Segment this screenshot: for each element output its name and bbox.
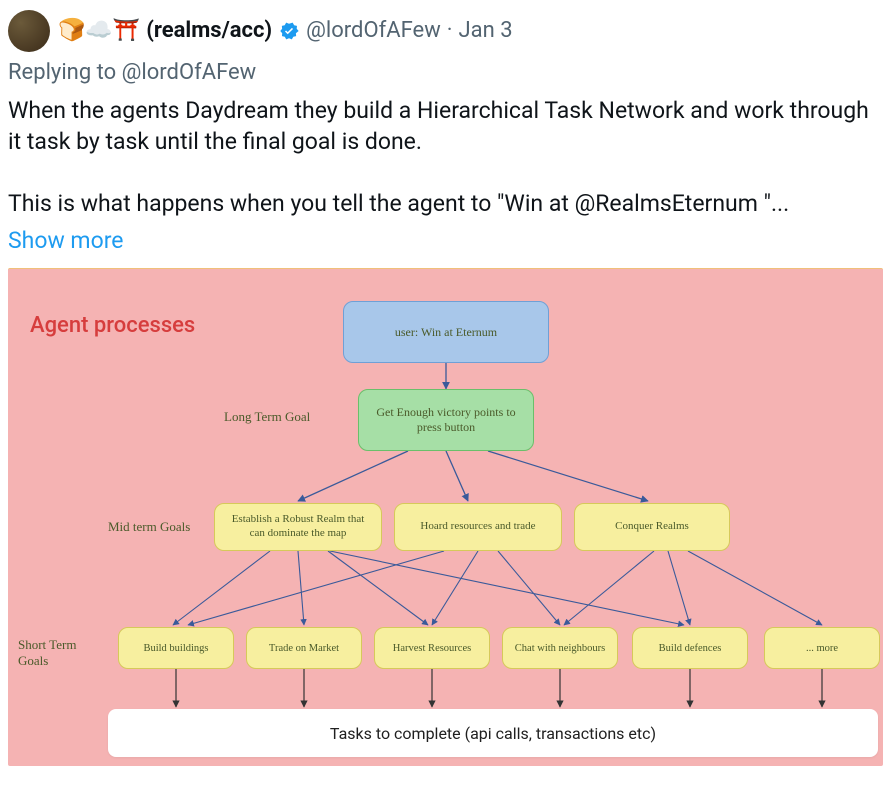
node-short-1: Build buildings — [118, 627, 234, 669]
show-more-link[interactable]: Show more — [8, 227, 124, 254]
avatar[interactable] — [8, 10, 50, 52]
node-mid-2: Hoard resources and trade — [394, 503, 562, 551]
reply-handle[interactable]: @lordOfAFew — [122, 60, 257, 85]
reply-line: Replying to @lordOfAFew — [8, 60, 883, 85]
diagram-title: Agent processes — [30, 313, 195, 338]
tweet-container: 🍞☁️⛩️ (realms/acc) @lordOfAFew · Jan 3 R… — [0, 0, 891, 766]
emoji-name: 🍞☁️⛩️ — [58, 18, 140, 44]
tweet-date[interactable]: Jan 3 — [458, 18, 512, 44]
display-name[interactable]: (realms/acc) — [146, 18, 272, 44]
diagram: Agent processes — [8, 268, 883, 766]
reply-prefix: Replying to — [8, 60, 122, 85]
tweet-body: When the agents Daydream they build a Hi… — [8, 95, 883, 219]
node-mid-1: Establish a Robust Realm that can domina… — [214, 503, 382, 551]
node-short-2: Trade on Market — [246, 627, 362, 669]
label-long-term: Long Term Goal — [224, 409, 310, 425]
node-long-term: Get Enough victory points to press butto… — [358, 389, 534, 451]
node-mid-3: Conquer Realms — [574, 503, 730, 551]
tasks-bar: Tasks to complete (api calls, transactio… — [108, 709, 878, 757]
handle[interactable]: @lordOfAFew — [306, 18, 441, 44]
node-short-5: Build defences — [632, 627, 748, 669]
dot-separator: · — [447, 18, 453, 44]
node-user: user: Win at Eternum — [343, 301, 549, 363]
tweet-header: 🍞☁️⛩️ (realms/acc) @lordOfAFew · Jan 3 — [8, 10, 883, 52]
label-short-term: Short Term Goals — [18, 637, 76, 668]
label-mid-term: Mid term Goals — [108, 519, 190, 535]
node-short-6: ... more — [764, 627, 880, 669]
node-short-3: Harvest Resources — [374, 627, 490, 669]
node-short-4: Chat with neighbours — [502, 627, 618, 669]
verified-icon — [278, 20, 300, 42]
name-line: 🍞☁️⛩️ (realms/acc) @lordOfAFew · Jan 3 — [58, 18, 513, 44]
